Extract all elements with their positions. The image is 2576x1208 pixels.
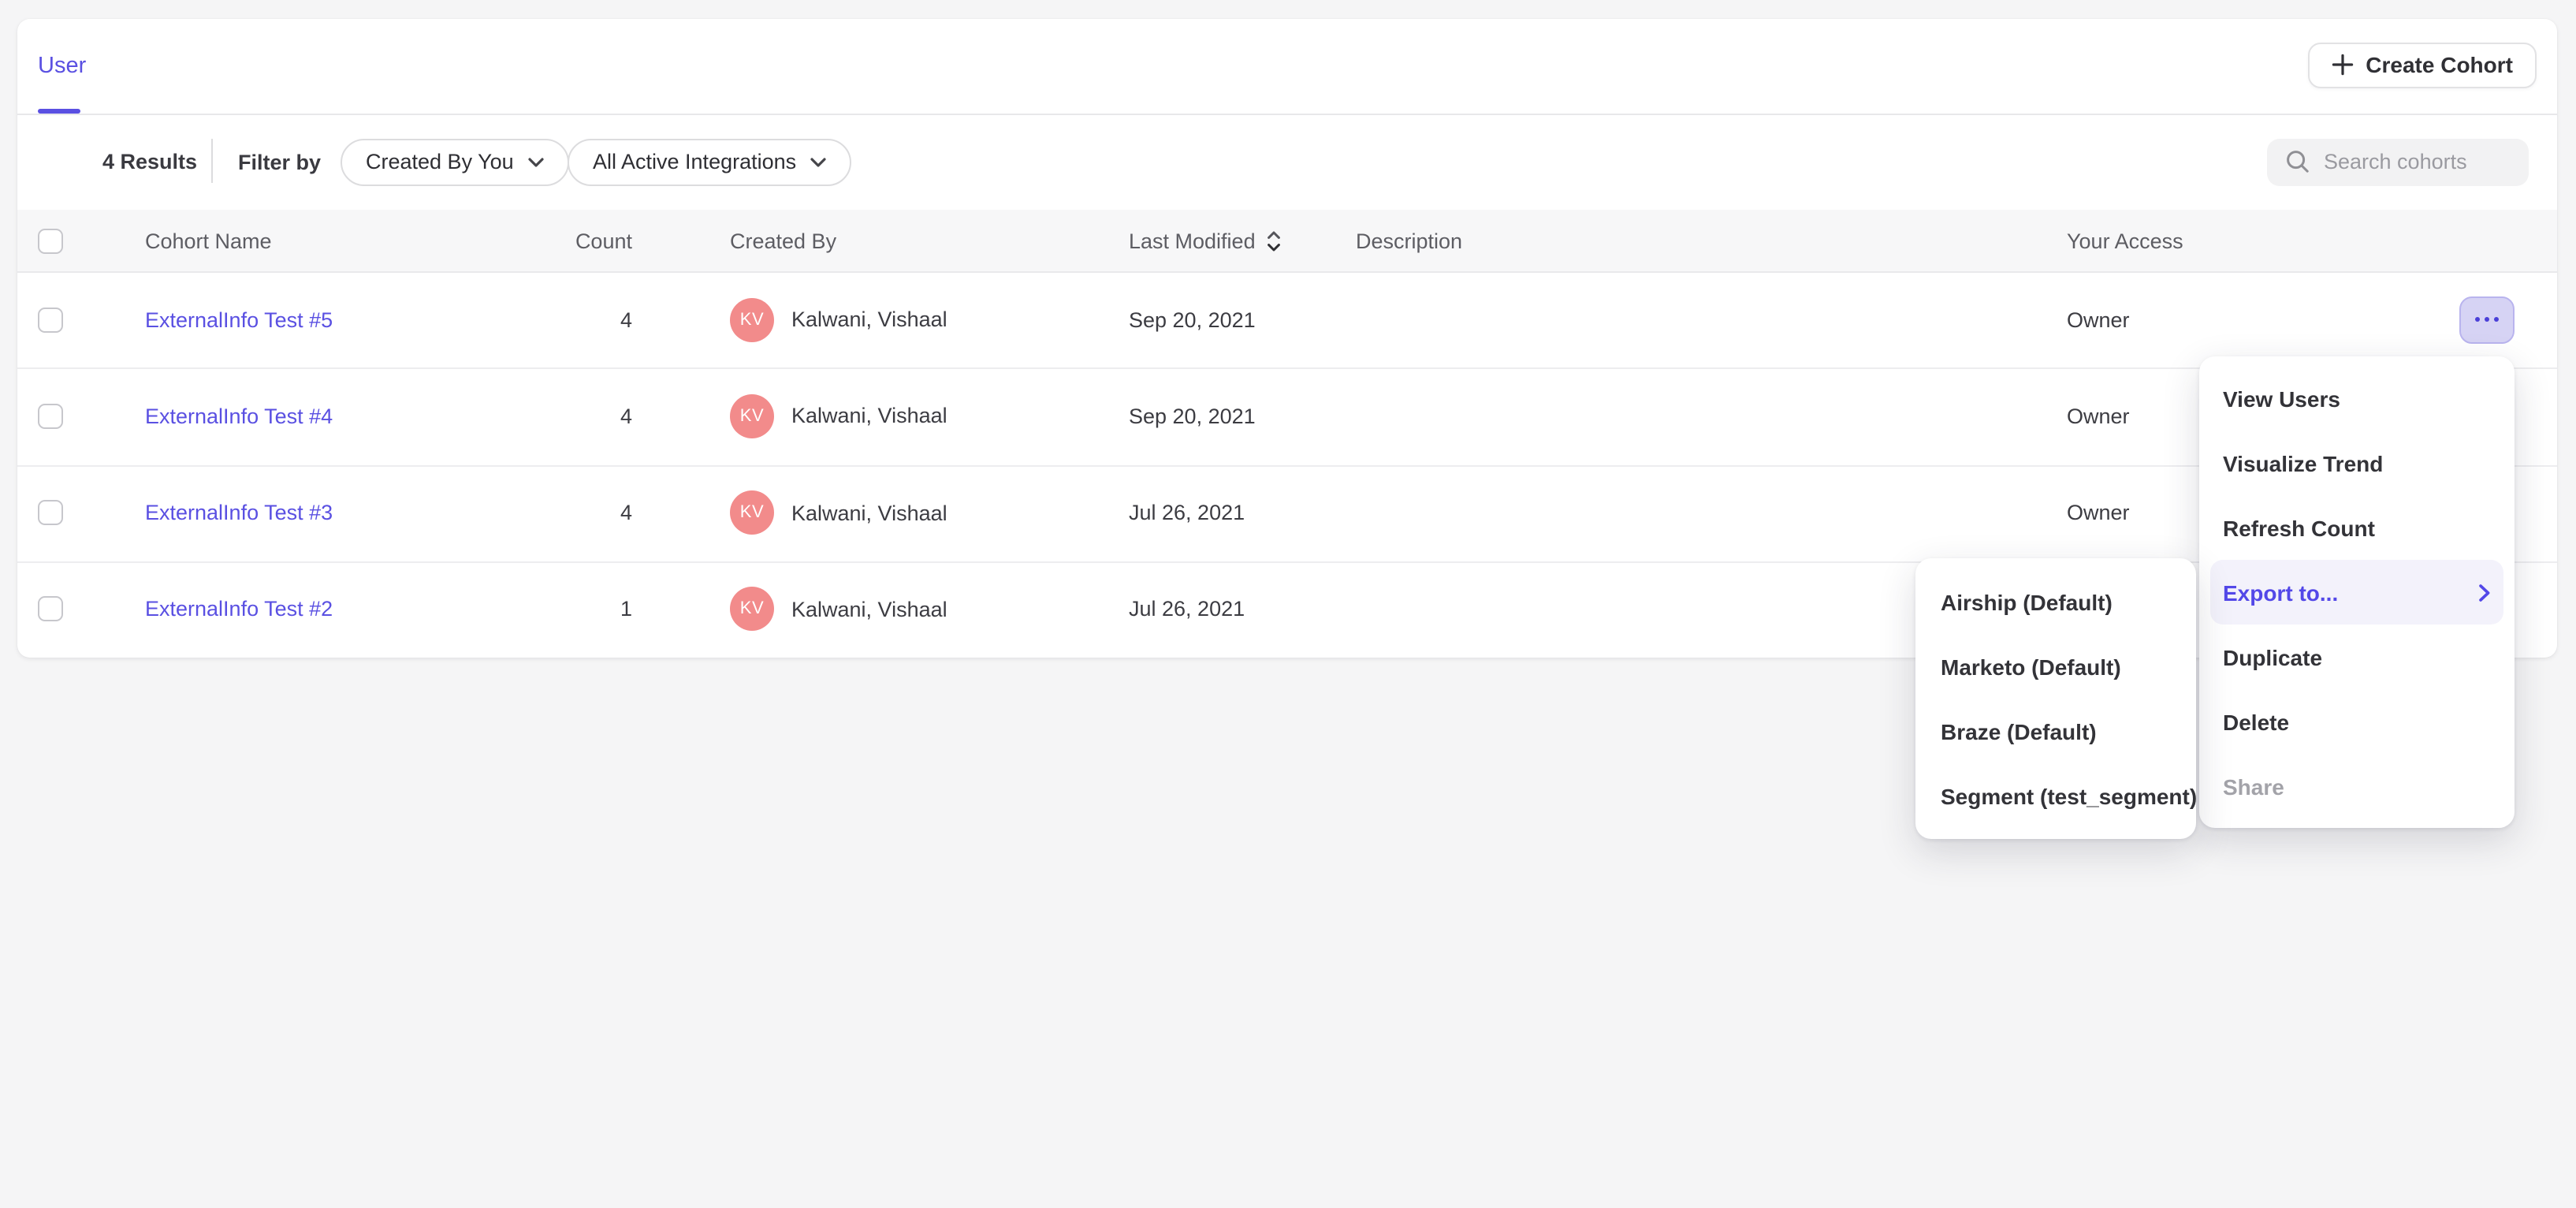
row-checkbox[interactable] [38,500,63,525]
avatar: KV [730,587,774,632]
tab-user[interactable]: User [38,19,86,114]
create-cohort-label: Create Cohort [2366,52,2513,77]
chevron-down-icon [528,157,544,166]
last-modified-cell: Jul 26, 2021 [1129,501,1245,524]
results-count: 4 Results [102,150,197,173]
access-cell: Owner [2067,308,2130,331]
menu-item-refresh-count[interactable]: Refresh Count [2199,495,2515,560]
submenu-item-marketo[interactable]: Marketo (Default) [1915,634,2196,699]
access-cell: Owner [2067,405,2130,428]
row-actions-button[interactable] [2459,296,2515,343]
column-last-modified[interactable]: Last Modified [1129,229,1282,252]
toolbar: 4 Results Filter by Created By You All A… [17,114,2557,210]
cohort-count: 4 [475,308,632,331]
submenu-item-airship[interactable]: Airship (Default) [1915,569,2196,634]
row-checkbox[interactable] [38,597,63,622]
row-actions-menu: View Users Visualize Trend Refresh Count… [2199,356,2515,828]
created-by-filter-dropdown[interactable]: Created By You [341,138,569,185]
cohort-name-link[interactable]: ExternalInfo Test #4 [145,405,333,428]
cohort-name-link[interactable]: ExternalInfo Test #3 [145,501,333,524]
menu-item-share: Share [2199,754,2515,818]
creator-name: Kalwani, Vishaal [791,598,947,621]
chevron-down-icon [810,157,826,166]
search-input[interactable] [2324,150,2529,173]
table-header: Cohort Name Count Created By Last Modifi… [17,210,2557,273]
cohort-count: 4 [475,501,632,524]
column-your-access: Your Access [2067,229,2183,252]
create-cohort-button[interactable]: Create Cohort [2307,42,2537,88]
tab-active-underline [38,108,80,114]
filter-by-label: Filter by [238,150,321,173]
avatar: KV [730,394,774,438]
menu-item-export-to[interactable]: Export to... [2210,560,2503,625]
column-cohort-name[interactable]: Cohort Name [145,229,272,252]
search-icon [2286,150,2310,173]
menu-item-view-users[interactable]: View Users [2199,366,2515,431]
tab-bar: User Create Cohort [17,19,2557,115]
plus-icon [2331,54,2353,76]
created-by-cell: KV Kalwani, Vishaal [730,394,947,438]
cohorts-page: User Create Cohort 4 Results Filter by C… [0,0,2576,1208]
search-cohorts-box [2267,138,2529,185]
menu-item-duplicate[interactable]: Duplicate [2199,625,2515,689]
column-count[interactable]: Count [475,229,632,252]
created-by-cell: KV Kalwani, Vishaal [730,587,947,632]
table-row: ExternalInfo Test #5 4 KV Kalwani, Visha… [17,271,2557,370]
row-checkbox[interactable] [38,307,63,332]
created-by-cell: KV Kalwani, Vishaal [730,297,947,341]
chevron-right-icon [2478,583,2491,602]
created-by-cell: KV Kalwani, Vishaal [730,490,947,535]
menu-item-delete[interactable]: Delete [2199,689,2515,754]
column-created-by[interactable]: Created By [730,229,836,252]
avatar: KV [730,297,774,341]
row-checkbox[interactable] [38,404,63,429]
cohort-count: 4 [475,405,632,428]
last-modified-cell: Sep 20, 2021 [1129,405,1256,428]
toolbar-divider [211,139,213,183]
column-description[interactable]: Description [1356,229,1462,252]
menu-item-visualize-trend[interactable]: Visualize Trend [2199,431,2515,495]
cohort-count: 1 [475,598,632,621]
cohort-name-link[interactable]: ExternalInfo Test #2 [145,598,333,621]
creator-name: Kalwani, Vishaal [791,405,947,428]
last-modified-cell: Sep 20, 2021 [1129,308,1256,331]
table-row: ExternalInfo Test #3 4 KV Kalwani, Visha… [17,464,2557,563]
submenu-item-segment[interactable]: Segment (test_segment) [1915,763,2196,828]
access-cell: Owner [2067,501,2130,524]
integrations-filter-value: All Active Integrations [593,150,796,173]
tab-user-label: User [38,54,86,79]
sort-icon [1267,229,1282,252]
created-by-filter-value: Created By You [366,150,514,173]
avatar: KV [730,490,774,535]
table-row: ExternalInfo Test #4 4 KV Kalwani, Visha… [17,368,2557,467]
integrations-filter-dropdown[interactable]: All Active Integrations [568,138,851,185]
creator-name: Kalwani, Vishaal [791,501,947,524]
submenu-item-braze[interactable]: Braze (Default) [1915,699,2196,763]
select-all-checkbox[interactable] [38,228,63,253]
export-submenu: Airship (Default) Marketo (Default) Braz… [1915,558,2196,839]
last-modified-cell: Jul 26, 2021 [1129,598,1245,621]
cohort-name-link[interactable]: ExternalInfo Test #5 [145,308,333,331]
creator-name: Kalwani, Vishaal [791,308,947,331]
